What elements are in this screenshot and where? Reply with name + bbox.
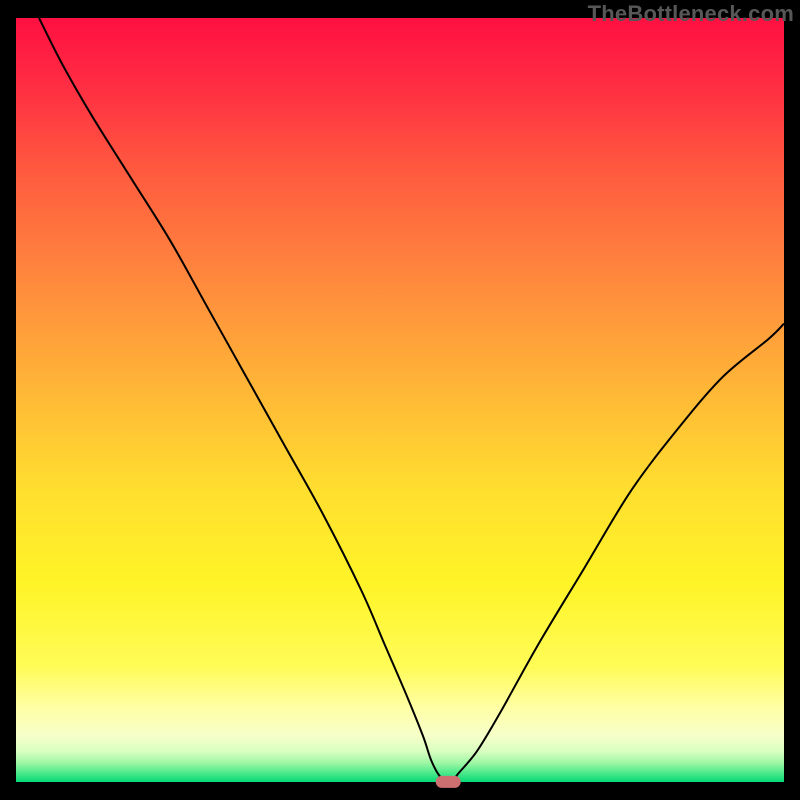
background-gradient	[16, 18, 784, 782]
plot-area	[16, 18, 784, 782]
watermark-text: TheBottleneck.com	[588, 1, 794, 27]
min-marker	[436, 776, 461, 788]
frame: TheBottleneck.com	[0, 0, 800, 800]
